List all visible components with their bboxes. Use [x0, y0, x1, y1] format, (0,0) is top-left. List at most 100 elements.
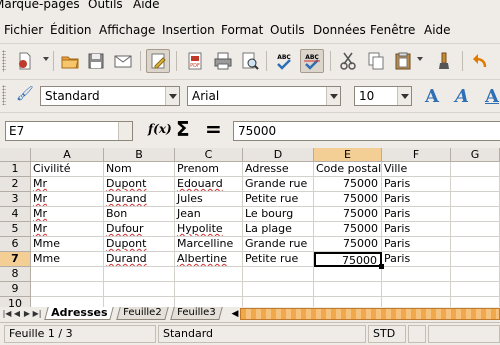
undo-button[interactable] — [468, 49, 492, 73]
cell-e8[interactable] — [314, 267, 382, 282]
cell-c4[interactable]: Jean — [175, 207, 243, 222]
cell-b9[interactable] — [104, 282, 175, 297]
column-header-f[interactable]: F — [382, 148, 451, 162]
cell-g1[interactable] — [451, 162, 500, 177]
chevron-down-icon[interactable] — [118, 122, 132, 140]
cell-f8[interactable] — [382, 267, 451, 282]
row-header-3[interactable]: 3 — [0, 192, 31, 207]
font-name-combo[interactable]: Arial — [187, 86, 341, 106]
cell-c5[interactable]: Hypolite — [175, 222, 243, 237]
cell-b3[interactable]: Durand — [104, 192, 175, 207]
menu-edition[interactable]: Édition — [50, 23, 92, 37]
clone-format-button[interactable] — [432, 49, 456, 73]
paste-button[interactable] — [391, 49, 415, 73]
status-page-style[interactable]: Standard — [158, 325, 366, 343]
menu-marque-pages[interactable]: Marque-pages — [0, 0, 80, 11]
cut-button[interactable] — [336, 49, 360, 73]
menu-donnees[interactable]: Données — [313, 23, 366, 37]
cell-e2[interactable]: 75000 — [314, 177, 382, 192]
autospellcheck-button[interactable]: ABC — [300, 49, 324, 73]
cell-c2[interactable]: Edouard — [175, 177, 243, 192]
row-header-5[interactable]: 5 — [0, 222, 31, 237]
menu-format[interactable]: Format — [221, 23, 263, 37]
bold-button[interactable]: A — [425, 86, 439, 107]
first-sheet-icon[interactable]: |◀ — [2, 309, 12, 319]
menu-aide[interactable]: Aide — [424, 23, 451, 37]
cell-a1[interactable]: Civilité — [31, 162, 104, 177]
cell-f2[interactable]: Paris — [382, 177, 451, 192]
copy-button[interactable] — [364, 49, 388, 73]
cell-e6[interactable]: 75000 — [314, 237, 382, 252]
column-header-d[interactable]: D — [243, 148, 314, 162]
cell-f4[interactable]: Paris — [382, 207, 451, 222]
cell-b8[interactable] — [104, 267, 175, 282]
menu-insertion[interactable]: Insertion — [162, 23, 215, 37]
font-size-combo[interactable]: 10 — [354, 86, 412, 106]
cell-f5[interactable]: Paris — [382, 222, 451, 237]
cell-b5[interactable]: Dufour — [104, 222, 175, 237]
fill-handle[interactable] — [379, 264, 384, 269]
edit-file-button[interactable] — [146, 49, 170, 73]
scroll-left-icon[interactable]: ◀ — [230, 308, 240, 320]
select-all-corner[interactable] — [0, 148, 31, 162]
cell-e7[interactable]: 75000 — [314, 252, 382, 267]
function-wizard-button[interactable]: f(x) — [148, 122, 172, 136]
cell-d6[interactable]: Grande rue — [243, 237, 314, 252]
cell-d1[interactable]: Adresse — [243, 162, 314, 177]
paste-dropdown-arrow[interactable] — [417, 57, 423, 61]
spellcheck-button[interactable]: ABC — [272, 49, 296, 73]
cell-a7[interactable]: Mme — [31, 252, 104, 267]
function-button[interactable]: = — [205, 117, 222, 141]
cell-c3[interactable]: Jules — [175, 192, 243, 207]
cell-g3[interactable] — [451, 192, 500, 207]
cell-a9[interactable] — [31, 282, 104, 297]
cell-e10[interactable] — [314, 297, 382, 307]
cell-c6[interactable]: Marcelline — [175, 237, 243, 252]
cell-f6[interactable]: Paris — [382, 237, 451, 252]
cell-f7[interactable]: Paris — [382, 252, 451, 267]
cell-d8[interactable] — [243, 267, 314, 282]
cell-g6[interactable] — [451, 237, 500, 252]
new-document-button[interactable] — [13, 49, 37, 73]
styles-icon[interactable]: 🖌 — [16, 86, 34, 102]
cell-e9[interactable] — [314, 282, 382, 297]
menu-outils-top[interactable]: Outils — [88, 0, 123, 11]
name-box[interactable]: E7 — [5, 121, 133, 141]
cell-d2[interactable]: Grande rue — [243, 177, 314, 192]
cell-b10[interactable] — [104, 297, 175, 307]
cell-c8[interactable] — [175, 267, 243, 282]
last-sheet-icon[interactable]: ▶| — [32, 309, 42, 319]
status-selection-mode[interactable]: STD — [368, 325, 406, 343]
chevron-down-icon[interactable] — [397, 87, 411, 105]
formula-input[interactable]: 75000 — [233, 121, 500, 141]
prev-sheet-icon[interactable]: ◀ — [12, 309, 22, 319]
cell-b6[interactable]: Dupont — [104, 237, 175, 252]
cell-d9[interactable] — [243, 282, 314, 297]
menu-aide-top[interactable]: Aide — [133, 0, 160, 11]
next-sheet-icon[interactable]: ▶ — [22, 309, 32, 319]
cell-a5[interactable]: Mr — [31, 222, 104, 237]
cell-g2[interactable] — [451, 177, 500, 192]
underline-button[interactable]: A — [485, 86, 499, 107]
cell-b1[interactable]: Nom — [104, 162, 175, 177]
row-header-10[interactable]: 10 — [0, 297, 31, 307]
new-dropdown-arrow[interactable] — [43, 57, 49, 61]
cell-c1[interactable]: Prenom — [175, 162, 243, 177]
italic-button[interactable]: A — [455, 86, 469, 107]
cell-e5[interactable]: 75000 — [314, 222, 382, 237]
spreadsheet-grid[interactable]: A B C D E F G 1 Civilité Nom Prenom Adresse Code pos… — [0, 148, 500, 307]
cell-d4[interactable]: Le bourg — [243, 207, 314, 222]
row-header-2[interactable]: 2 — [0, 177, 31, 192]
sum-button[interactable]: Σ — [176, 117, 190, 141]
cell-d7[interactable]: Petite rue — [243, 252, 314, 267]
cell-a4[interactable]: Mr — [31, 207, 104, 222]
print-button[interactable] — [211, 49, 235, 73]
toolbar-grip[interactable] — [2, 85, 6, 105]
column-header-e[interactable]: E — [314, 148, 382, 162]
style-combo[interactable]: Standard — [40, 86, 180, 106]
horizontal-scrollbar[interactable] — [240, 308, 500, 320]
cell-a8[interactable] — [31, 267, 104, 282]
column-header-b[interactable]: B — [104, 148, 175, 162]
row-header-6[interactable]: 6 — [0, 237, 31, 252]
cell-a2[interactable]: Mr — [31, 177, 104, 192]
